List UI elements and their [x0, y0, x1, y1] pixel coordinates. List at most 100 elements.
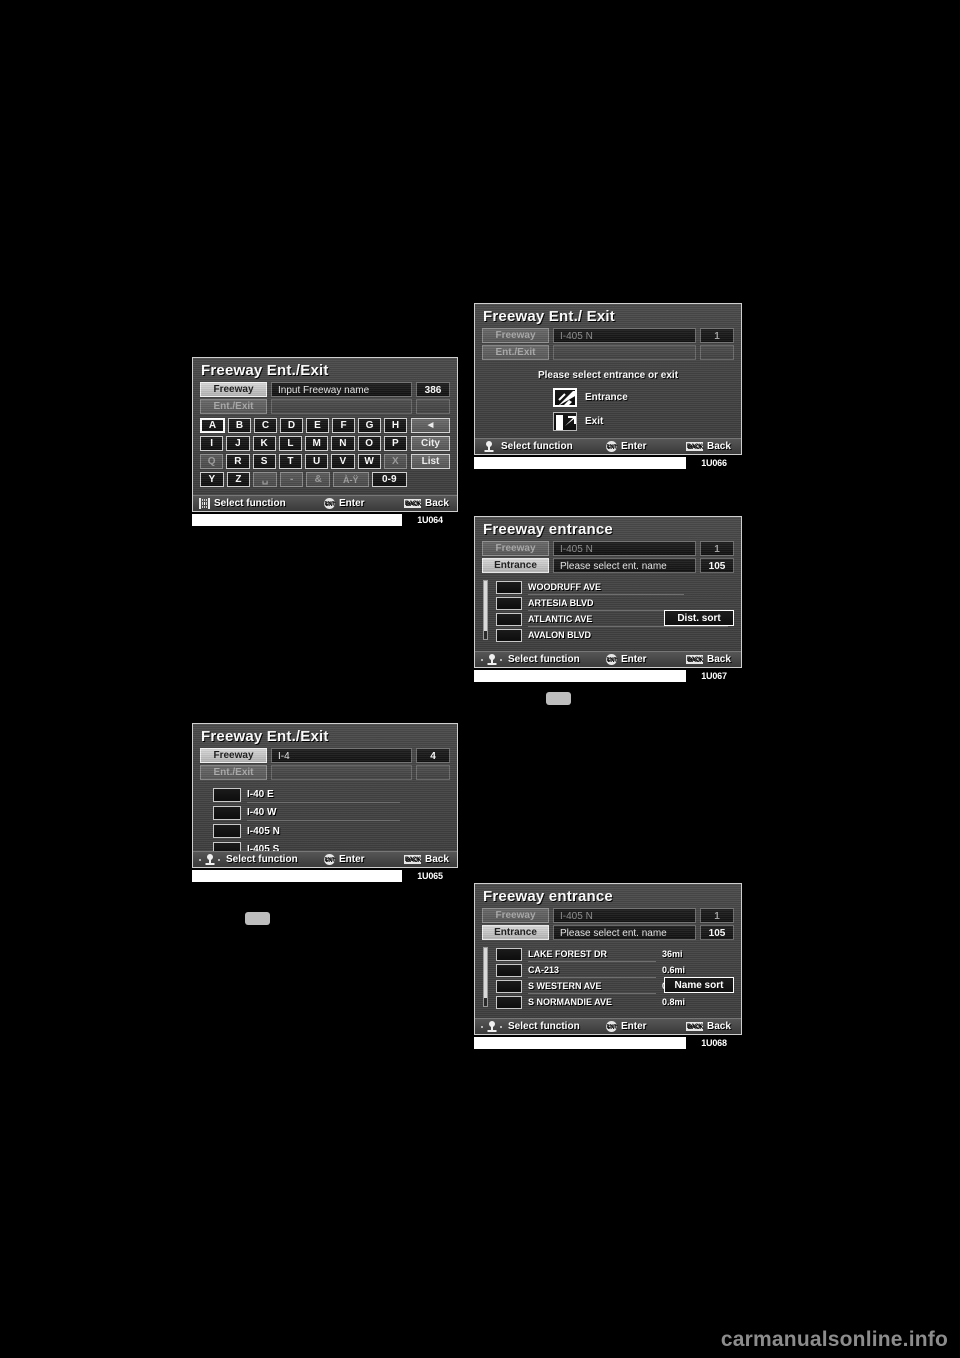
freeway-tag[interactable]: Freeway — [482, 328, 549, 343]
key-J[interactable]: J — [226, 436, 250, 451]
list-item-distance: 0.6mi — [662, 965, 686, 975]
list-item[interactable]: I-40 W — [200, 804, 450, 822]
entexit-tag[interactable]: Ent./Exit — [482, 345, 549, 360]
screen-footer: Select function ENT Enter BACK Back — [193, 495, 457, 511]
nav-screen-entrance-exit-choice: Freeway Ent./ Exit Freeway I-405 N 1 Ent… — [474, 303, 742, 455]
entexit-tag[interactable]: Ent./Exit — [200, 399, 267, 414]
list-item-chip — [496, 612, 522, 626]
enter-icon: ENT — [606, 1021, 617, 1032]
key-Y[interactable]: Y — [200, 472, 224, 487]
entrance-name-field[interactable]: Please select ent. name — [553, 925, 696, 940]
entrance-tag[interactable]: Entrance — [482, 925, 549, 940]
key-A[interactable]: A — [200, 418, 225, 433]
freeway-tag[interactable]: Freeway — [200, 748, 267, 763]
key-G[interactable]: G — [358, 418, 381, 433]
entexit-count — [416, 399, 450, 414]
key-V[interactable]: V — [331, 454, 355, 469]
list-item-label: AVALON BLVD — [528, 630, 591, 640]
key-Z[interactable]: Z — [226, 472, 251, 487]
freeway-row: Freeway I-405 N 1 — [475, 328, 741, 345]
choice-exit[interactable]: Exit — [553, 412, 741, 431]
joystick-icon — [484, 441, 493, 452]
list-scrollbar-thumb[interactable] — [484, 581, 487, 631]
dist-sort-button[interactable]: Dist. sort — [664, 610, 734, 626]
figure-1u064: Freeway Ent./Exit Freeway Input Freeway … — [192, 357, 458, 526]
select-function-label: Select function — [508, 1021, 580, 1032]
entrance-tag[interactable]: Entrance — [482, 558, 549, 573]
list-item[interactable]: I-405 N — [200, 822, 450, 840]
back-label: Back — [707, 441, 731, 452]
select-function-hint: Select function — [199, 854, 324, 865]
screen-title: Freeway entrance — [483, 521, 613, 538]
key-F[interactable]: F — [332, 418, 355, 433]
freeway-name-field[interactable]: Input Freeway name — [271, 382, 412, 397]
key-T[interactable]: T — [278, 454, 302, 469]
list-item-chip — [213, 788, 241, 802]
key-numbers[interactable]: 0-9 — [371, 472, 408, 487]
screen-title: Freeway entrance — [483, 888, 613, 905]
freeway-tag[interactable]: Freeway — [482, 908, 549, 923]
freeway-tag[interactable]: Freeway — [482, 541, 549, 556]
key-E[interactable]: E — [306, 418, 329, 433]
back-hint: BACK Back — [404, 498, 449, 509]
choice-entrance[interactable]: Entrance — [553, 388, 741, 407]
key-D[interactable]: D — [280, 418, 303, 433]
key-K[interactable]: K — [252, 436, 276, 451]
list-item[interactable]: CA-213 0.6mi — [482, 962, 734, 978]
key-P[interactable]: P — [383, 436, 407, 451]
freeway-name-field[interactable]: I-405 N — [553, 908, 696, 923]
list-item-label: S WESTERN AVE — [528, 979, 656, 994]
freeway-name-field[interactable]: I-405 N — [553, 328, 696, 343]
key-I[interactable]: I — [200, 436, 224, 451]
key-B[interactable]: B — [228, 418, 251, 433]
key-O[interactable]: O — [357, 436, 381, 451]
key-W[interactable]: W — [357, 454, 381, 469]
list-item[interactable]: LAKE FOREST DR 36mi — [482, 946, 734, 962]
list-item[interactable]: AVALON BLVD — [482, 627, 734, 643]
joystick-left-dot-icon — [481, 1025, 483, 1028]
list-item[interactable]: ARTESIA BLVD — [482, 595, 734, 611]
enter-icon: ENT — [324, 854, 335, 865]
screen-title: Freeway Ent./Exit — [201, 728, 329, 745]
city-button[interactable]: City — [411, 436, 450, 451]
entexit-field[interactable] — [553, 345, 696, 360]
list-item-label: S NORMANDIE AVE — [528, 997, 613, 1007]
list-item[interactable]: WOODRUFF AVE — [482, 579, 734, 595]
key-L[interactable]: L — [278, 436, 302, 451]
list-item[interactable]: S NORMANDIE AVE 0.8mi — [482, 994, 734, 1010]
blank-button-right[interactable] — [546, 692, 571, 705]
key-C[interactable]: C — [254, 418, 277, 433]
entexit-count — [700, 345, 734, 360]
site-watermark: carmanualsonline.info — [720, 1328, 948, 1351]
list-scrollbar[interactable] — [483, 947, 488, 1007]
entexit-field[interactable] — [271, 765, 412, 780]
key-U[interactable]: U — [305, 454, 329, 469]
blank-button-left[interactable] — [245, 912, 270, 925]
onscreen-keyboard: A B C D E F G H I J K L M N O P Q R S T … — [193, 416, 457, 487]
key-M[interactable]: M — [305, 436, 329, 451]
key-hyphen: - — [279, 472, 304, 487]
key-N[interactable]: N — [331, 436, 355, 451]
backspace-icon[interactable]: ◄ — [411, 418, 450, 433]
dpad-icon — [199, 498, 210, 509]
key-H[interactable]: H — [384, 418, 407, 433]
list-item-distance: 0.8mi — [662, 997, 686, 1007]
freeway-row: Freeway I-4 4 — [193, 748, 457, 765]
entexit-tag[interactable]: Ent./Exit — [200, 765, 267, 780]
list-scrollbar-thumb[interactable] — [484, 948, 487, 998]
freeway-tag[interactable]: Freeway — [200, 382, 267, 397]
list-button[interactable]: List — [411, 454, 450, 469]
freeway-name-field[interactable]: I-405 N — [553, 541, 696, 556]
entexit-field[interactable] — [271, 399, 412, 414]
name-sort-button[interactable]: Name sort — [664, 977, 734, 993]
entexit-row: Ent./Exit — [475, 345, 741, 362]
list-item-chip — [496, 947, 522, 961]
entrance-name-field[interactable]: Please select ent. name — [553, 558, 696, 573]
freeway-name-field[interactable]: I-4 — [271, 748, 412, 763]
list-scrollbar[interactable] — [483, 580, 488, 640]
enter-hint: ENT Enter — [324, 498, 404, 509]
key-R[interactable]: R — [226, 454, 250, 469]
list-item[interactable]: I-40 E — [200, 786, 450, 804]
list-item-chip — [496, 979, 522, 993]
key-S[interactable]: S — [252, 454, 276, 469]
